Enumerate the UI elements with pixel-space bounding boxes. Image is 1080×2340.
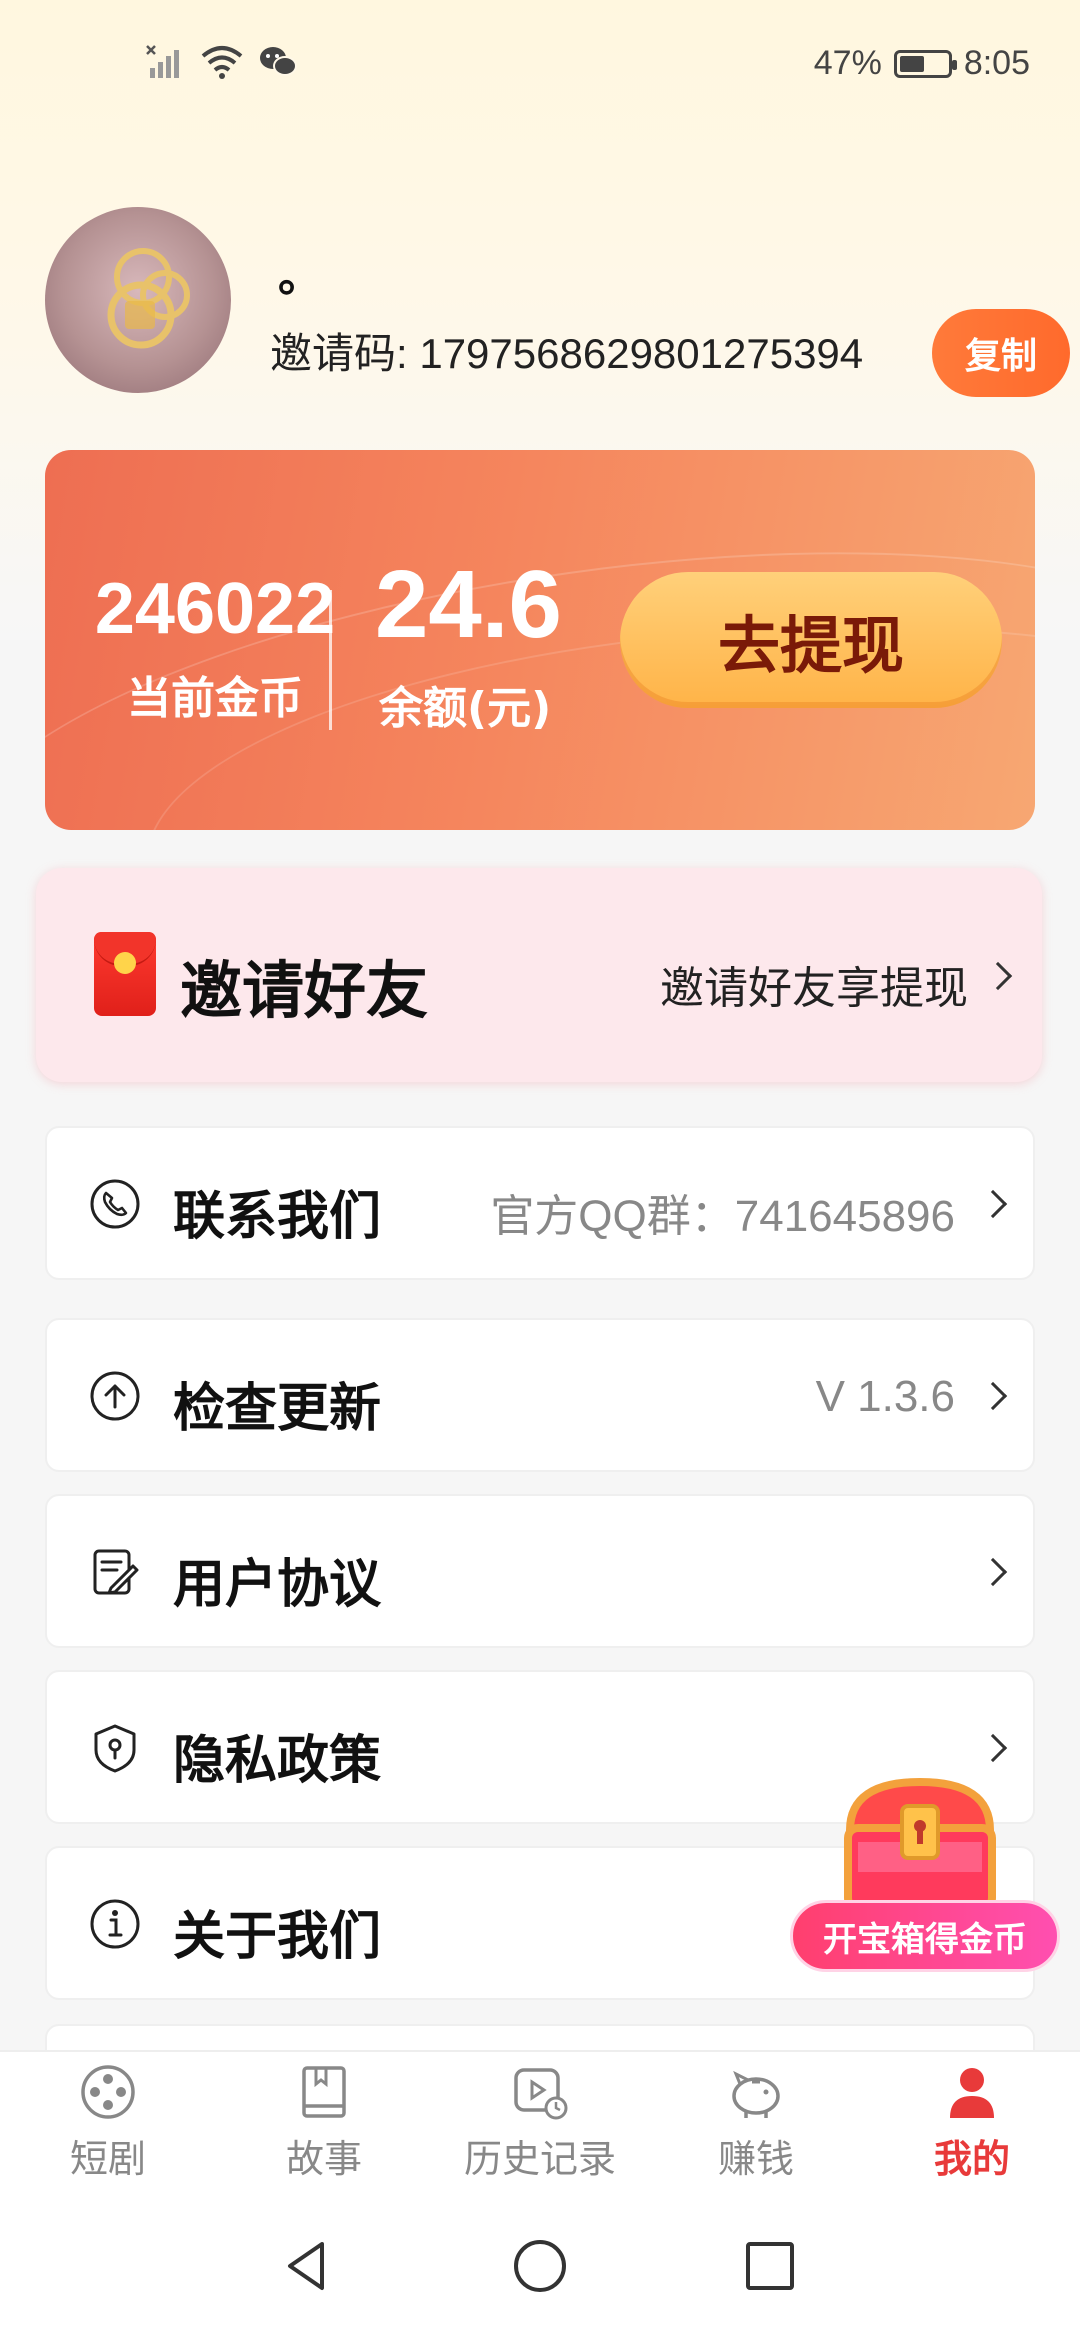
history-play-icon (514, 2068, 568, 2120)
menu-value: 官方QQ群：741645896 (490, 1192, 955, 1241)
nav-label: 我的 (933, 2137, 1010, 2181)
nav-tab-story[interactable]: 故事 (216, 2062, 432, 2192)
chevron-right-icon (978, 1557, 1008, 1587)
balance-label: 余额(元) (379, 683, 552, 734)
menu-item-check-update[interactable]: 检查更新 V 1.3.6 (45, 1318, 1035, 1472)
nav-label: 赚钱 (717, 2137, 794, 2181)
menu-item-contact[interactable]: 联系我们 官方QQ群：741645896 (45, 1126, 1035, 1280)
phone-icon (90, 1179, 140, 1229)
avatar-image (107, 248, 190, 349)
menu-label: 用户协议 (173, 1555, 382, 1615)
nav-tab-mine[interactable]: 我的 (864, 2062, 1080, 2192)
invite-code-value: 1797568629801275394 (419, 330, 864, 377)
menu-value: V 1.3.6 (815, 1372, 955, 1421)
menu-label: 联系我们 (173, 1187, 382, 1247)
nav-label: 短剧 (69, 2137, 146, 2181)
system-nav-bar (0, 2192, 1080, 2340)
menu-label: 隐私政策 (173, 1731, 382, 1791)
wifi-icon (201, 46, 243, 79)
recents-square-icon[interactable] (740, 2236, 800, 2296)
user-icon (950, 2068, 994, 2118)
wechat-icon (260, 47, 297, 76)
chevron-right-icon (978, 1733, 1008, 1763)
shield-icon (94, 1724, 136, 1773)
battery-icon (893, 49, 957, 78)
info-icon (90, 1899, 140, 1949)
document-edit-icon (93, 1549, 139, 1595)
chevron-right-icon (978, 1381, 1008, 1411)
nav-tab-earn[interactable]: 赚钱 (648, 2062, 864, 2192)
home-circle-icon[interactable] (510, 2236, 570, 2296)
no-signal-icon (146, 45, 179, 78)
treasure-label: 开宝箱得金币 (790, 1900, 1060, 1972)
menu-label: 关于我们 (173, 1907, 382, 1967)
nav-tab-short-drama[interactable]: 短剧 (0, 2062, 216, 2192)
menu-label: 检查更新 (173, 1379, 382, 1439)
balance-value: 24.6 (375, 551, 562, 658)
film-reel-icon (81, 2065, 135, 2119)
nav-label: 历史记录 (463, 2137, 616, 2181)
coins-label: 当前金币 (127, 673, 303, 724)
invite-code-row: 邀请码: 1797568629801275394 (270, 320, 863, 381)
upload-icon (90, 1371, 140, 1421)
chevron-right-icon (978, 1189, 1008, 1219)
username: 。 (278, 251, 322, 302)
invite-title: 邀请好友 (180, 954, 429, 1027)
status-icons-right: 47% 8:05 (814, 44, 1030, 83)
clock: 8:05 (963, 44, 1030, 82)
treasure-chest-button[interactable]: 开宝箱得金币 (790, 1760, 1060, 1980)
coins-value: 246022 (94, 569, 336, 649)
withdraw-button[interactable]: 去提现 (620, 572, 1002, 708)
chevron-right-icon (983, 961, 1013, 991)
bottom-nav: 短剧 故事 历史记录 赚钱 我的 (0, 2050, 1080, 2192)
copy-button[interactable]: 复制 (932, 309, 1070, 397)
invite-code-label: 邀请码: (270, 330, 420, 377)
invite-subtitle: 邀请好友享提现 (660, 963, 968, 1014)
invite-friends-card[interactable]: 邀请好友 邀请好友享提现 (36, 868, 1042, 1082)
card-divider (329, 590, 332, 730)
red-packet-icon (94, 932, 156, 1016)
status-icons-left (146, 44, 298, 80)
avatar[interactable] (45, 207, 231, 393)
book-icon (302, 2066, 346, 2118)
menu-item-user-agreement[interactable]: 用户协议 (45, 1494, 1035, 1648)
status-bar: 47% 8:05 (0, 0, 1080, 135)
battery-percent: 47% (813, 44, 882, 82)
balance-card: 246022 当前金币 24.6 余额(元) 去提现 (45, 450, 1035, 830)
nav-tab-history[interactable]: 历史记录 (432, 2062, 648, 2192)
piggy-bank-icon (732, 2070, 780, 2118)
battery-fill (899, 55, 925, 72)
nav-label: 故事 (285, 2137, 362, 2181)
back-triangle-icon[interactable] (278, 2236, 338, 2296)
